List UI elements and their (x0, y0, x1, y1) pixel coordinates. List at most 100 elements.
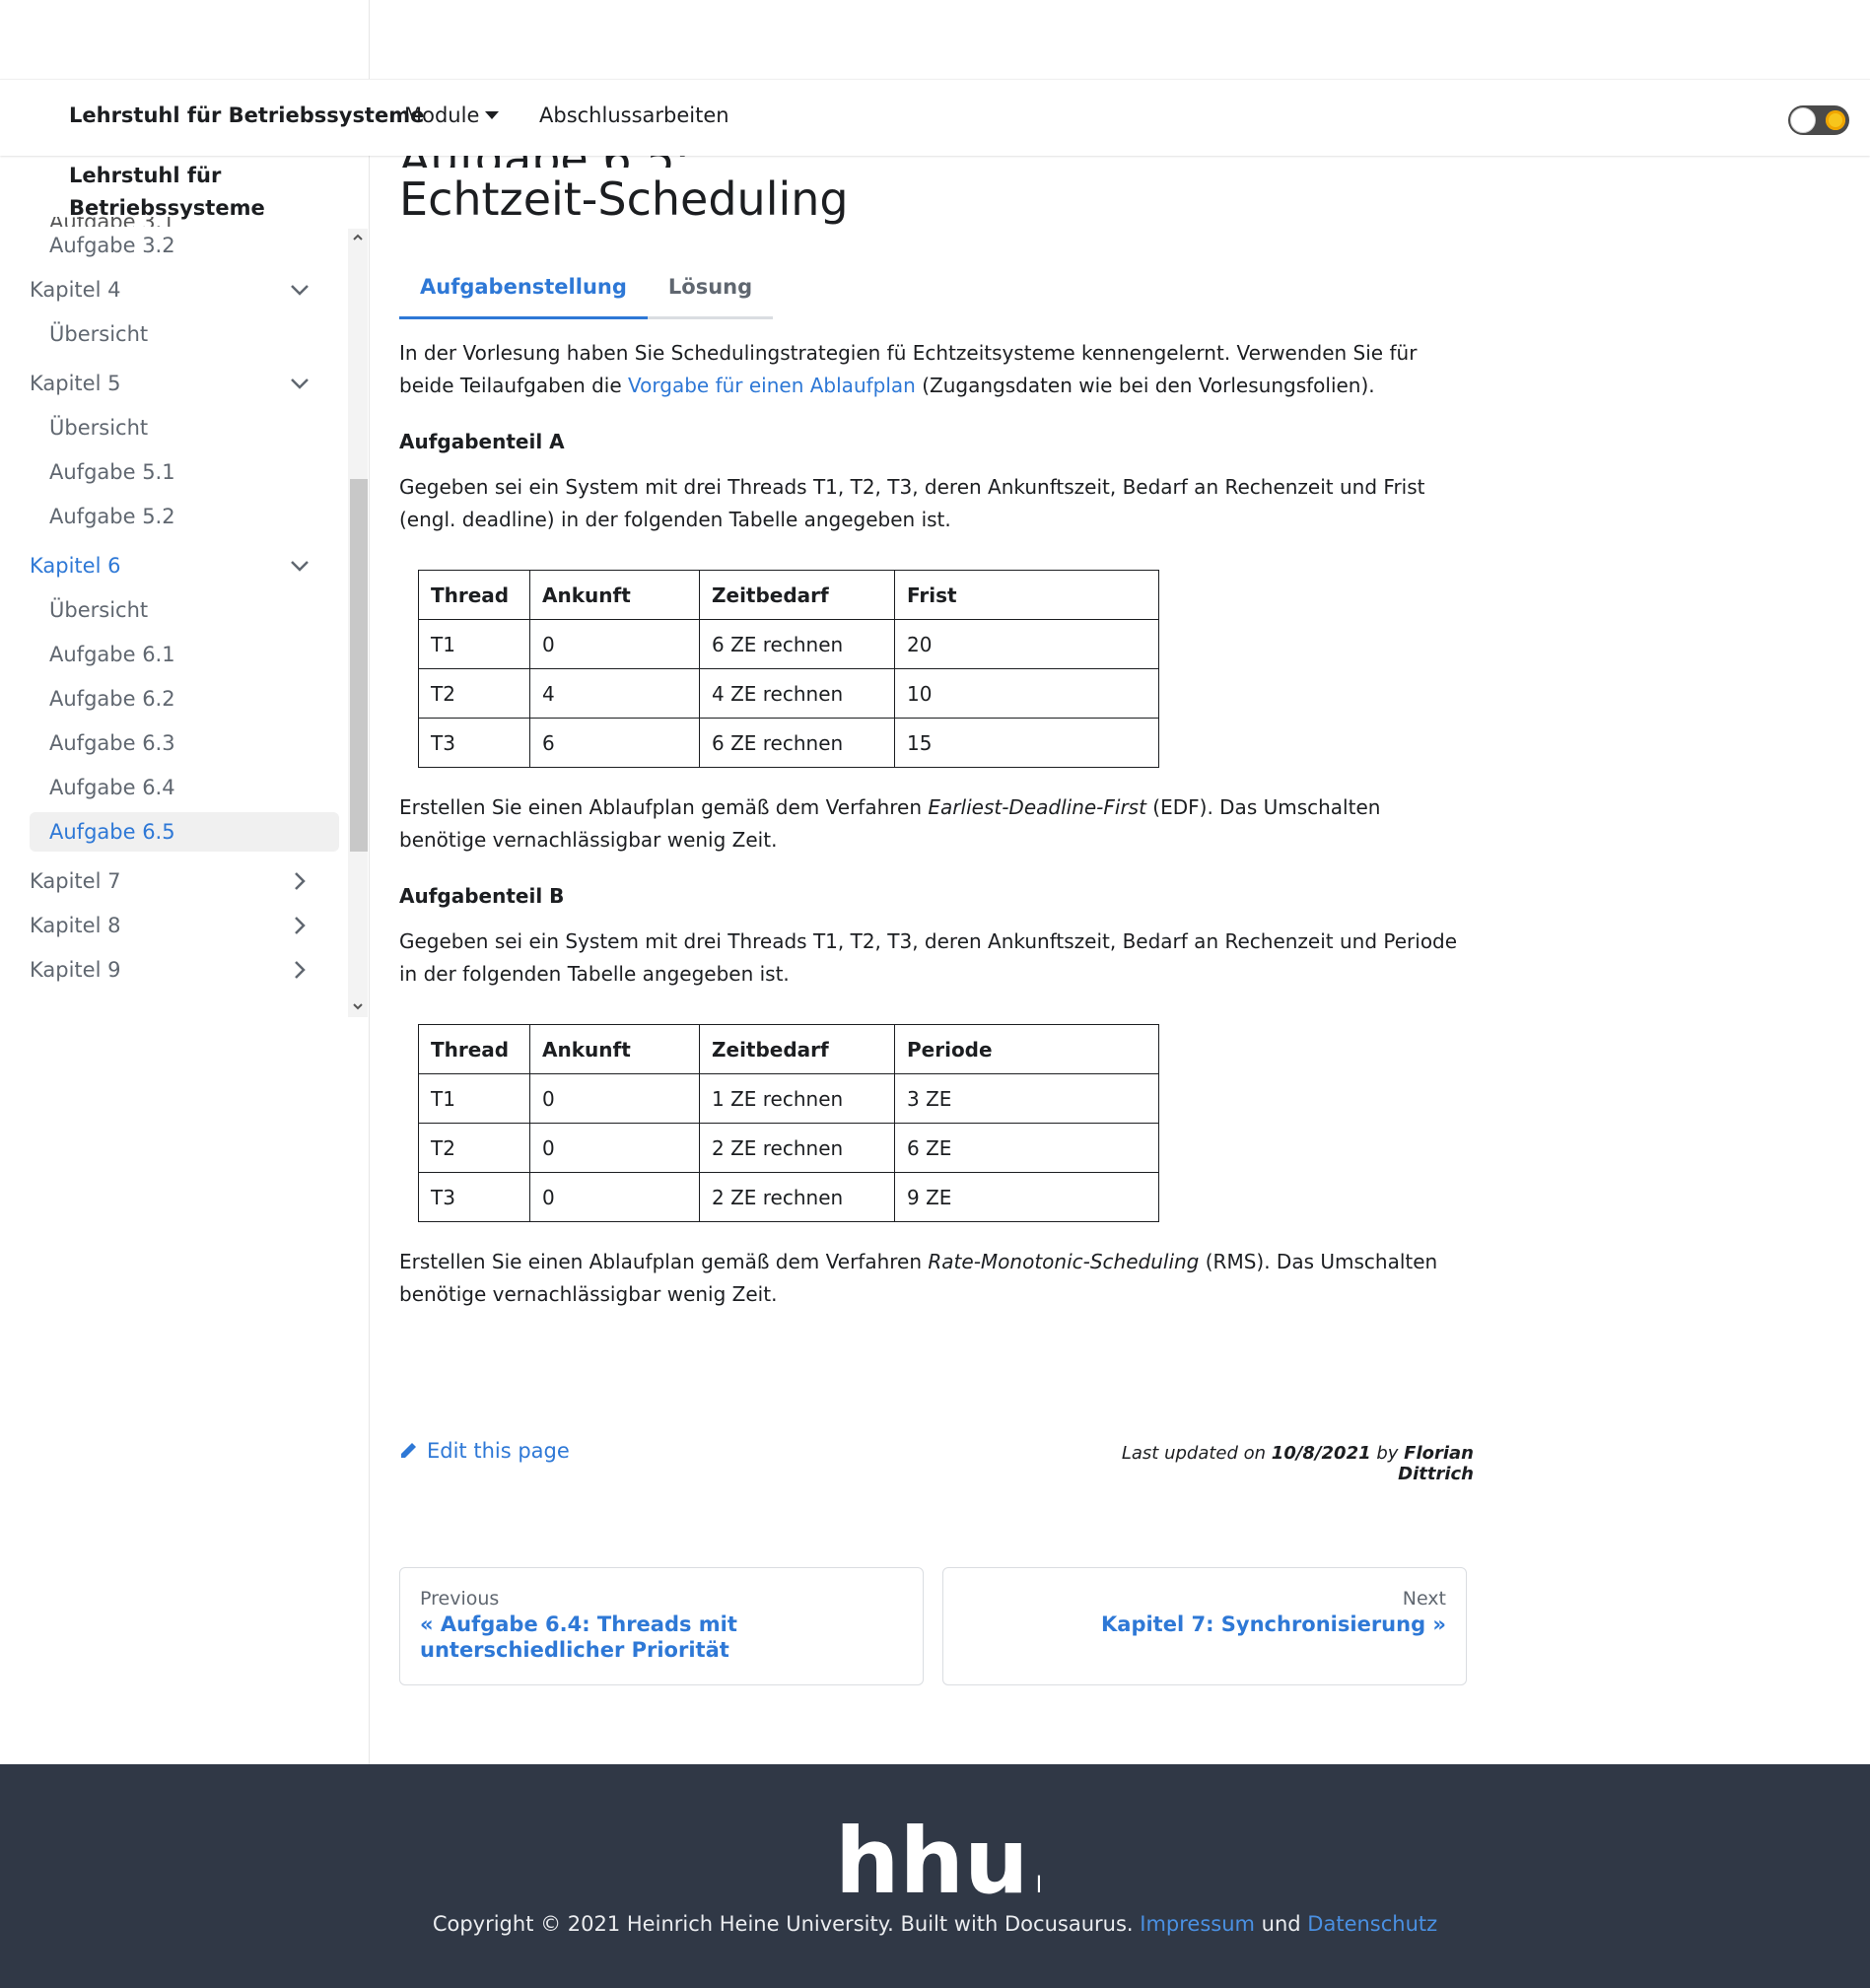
pencil-icon (401, 1443, 416, 1458)
pagination-title: « Aufgabe 6.4: Threads mit unterschiedli… (420, 1612, 737, 1662)
table-row: T1 0 6 ZE rechnen 20 (418, 619, 1159, 669)
impressum-link[interactable]: Impressum (1140, 1912, 1255, 1936)
sidebar-item-label: Kapitel 8 (30, 914, 121, 937)
table-cell: 0 (529, 1123, 700, 1173)
table-cell: 1 ZE rechnen (699, 1073, 895, 1124)
table-cell: 6 ZE (894, 1123, 1159, 1173)
table-cell: T3 (418, 718, 530, 768)
pagination-previous[interactable]: Previous « Aufgabe 6.4: Threads mit unte… (399, 1567, 924, 1685)
part-b-table: Thread Ankunft Zeitbedarf Periode T1 0 1… (418, 1024, 1159, 1222)
table-cell: 20 (894, 619, 1159, 669)
table-cell: 6 (529, 718, 700, 768)
table-header: Periode (894, 1024, 1159, 1074)
nav-module-dropdown[interactable]: Module (404, 103, 500, 127)
sidebar-item-aufgabe-3-2[interactable]: Aufgabe 3.2 (30, 226, 339, 265)
table-header: Zeitbedarf (699, 570, 895, 620)
sidebar-item-aufgabe-6-2[interactable]: Aufgabe 6.2 (30, 679, 339, 719)
navbar-brand[interactable]: Lehrstuhl für Betriebssysteme (69, 103, 424, 127)
table-header: Thread (418, 570, 530, 620)
table-cell: 4 (529, 668, 700, 719)
table-cell: T1 (418, 619, 530, 669)
table-cell: 3 ZE (894, 1073, 1159, 1124)
tab-loesung[interactable]: Lösung (648, 254, 773, 319)
table-cell: 4 ZE rechnen (699, 668, 895, 719)
sidebar-item-label: Kapitel 7 (30, 869, 121, 893)
table-cell: 0 (529, 1073, 700, 1124)
scroll-down-icon[interactable] (351, 999, 365, 1013)
svg-text:hhu.: hhu. (835, 1819, 1040, 1908)
sidebar-item-kapitel-9[interactable]: Kapitel 9 (30, 950, 339, 990)
part-b-task: Erstellen Sie einen Ablaufplan gemäß dem… (399, 1250, 1438, 1306)
sidebar-item-aufgabe-6-5[interactable]: Aufgabe 6.5 (30, 812, 339, 852)
table-row: T3 6 6 ZE rechnen 15 (418, 718, 1159, 768)
nav-theses-link[interactable]: Abschlussarbeiten (539, 103, 729, 127)
table-cell: 9 ZE (894, 1172, 1159, 1222)
table-cell: 0 (529, 619, 700, 669)
table-row: T2 4 4 ZE rechnen 10 (418, 668, 1159, 719)
table-cell: 10 (894, 668, 1159, 719)
chevron-right-icon[interactable] (280, 950, 319, 990)
sidebar: Lehrstuhl für Betriebssysteme Aufgabe 3.… (0, 156, 370, 1764)
table-cell: T2 (418, 1123, 530, 1173)
chevron-down-icon[interactable] (280, 364, 319, 403)
chevron-down-icon[interactable] (280, 546, 319, 585)
caret-down-icon (485, 111, 500, 119)
table-cell: 6 ZE rechnen (699, 619, 895, 669)
pagination-label: Next (1402, 1588, 1446, 1610)
pagination-label: Previous (420, 1588, 500, 1610)
edit-page-link[interactable]: Edit this page (399, 1439, 570, 1463)
hhu-logo[interactable]: hhu. (833, 1819, 1040, 1908)
sidebar-item-kapitel-5[interactable]: Kapitel 5 (30, 364, 339, 403)
part-a-task: Erstellen Sie einen Ablaufplan gemäß dem… (399, 795, 1381, 852)
top-strip (0, 0, 1870, 79)
sidebar-brand[interactable]: Lehrstuhl für Betriebssysteme (69, 160, 286, 225)
sidebar-item-label: Kapitel 4 (30, 278, 121, 302)
table-cell: T2 (418, 668, 530, 719)
sidebar-item-kapitel-7[interactable]: Kapitel 7 (30, 861, 339, 901)
sidebar-item-aufgabe-5-1[interactable]: Aufgabe 5.1 (30, 452, 339, 492)
table-row: T3 0 2 ZE rechnen 9 ZE (418, 1172, 1159, 1222)
ablaufplan-link[interactable]: Vorgabe für einen Ablaufplan (628, 374, 916, 397)
part-a-description: Gegeben sei ein System mit drei Threads … (399, 475, 1425, 531)
table-header-row: Thread Ankunft Zeitbedarf Frist (418, 570, 1159, 620)
sidebar-item-aufgabe-6-4[interactable]: Aufgabe 6.4 (30, 768, 339, 807)
pagination-next[interactable]: Next Kapitel 7: Synchronisierung » (942, 1567, 1467, 1685)
table-header: Thread (418, 1024, 530, 1074)
sidebar-item-kapitel-8[interactable]: Kapitel 8 (30, 906, 339, 945)
table-cell: 2 ZE rechnen (699, 1172, 895, 1222)
intro-paragraph: In der Vorlesung haben Sie Schedulingstr… (399, 341, 1418, 397)
sidebar-item-kapitel-5-uebersicht[interactable]: Übersicht (30, 408, 339, 447)
navbar: Lehrstuhl für Betriebssysteme Module Abs… (0, 79, 1870, 156)
chevron-right-icon[interactable] (280, 906, 319, 945)
table-cell: 2 ZE rechnen (699, 1123, 895, 1173)
tab-aufgabenstellung[interactable]: Aufgabenstellung (399, 254, 648, 319)
last-updated: Last updated on 10/8/2021 by Florian Dit… (1121, 1443, 1474, 1484)
sidebar-item-label: Kapitel 6 (30, 554, 121, 578)
chevron-down-icon[interactable] (280, 270, 319, 309)
sidebar-item-kapitel-6-uebersicht[interactable]: Übersicht (30, 590, 339, 630)
table-header: Ankunft (529, 570, 700, 620)
table-header-row: Thread Ankunft Zeitbedarf Periode (418, 1024, 1159, 1074)
table-header: Zeitbedarf (699, 1024, 895, 1074)
sidebar-item-aufgabe-6-1[interactable]: Aufgabe 6.1 (30, 635, 339, 674)
sidebar-item-kapitel-4[interactable]: Kapitel 4 (30, 270, 339, 309)
sun-icon (1826, 110, 1845, 130)
table-cell: 6 ZE rechnen (699, 718, 895, 768)
part-a-heading: Aufgabenteil A (399, 430, 565, 453)
part-b-heading: Aufgabenteil B (399, 884, 565, 908)
sidebar-scrollbar-thumb[interactable] (350, 479, 368, 852)
toggle-knob (1790, 107, 1816, 133)
datenschutz-link[interactable]: Datenschutz (1307, 1912, 1437, 1936)
chevron-right-icon[interactable] (280, 861, 319, 901)
sidebar-item-kapitel-6[interactable]: Kapitel 6 (30, 546, 339, 585)
sidebar-item-aufgabe-6-3[interactable]: Aufgabe 6.3 (30, 723, 339, 763)
table-row: T1 0 1 ZE rechnen 3 ZE (418, 1073, 1159, 1124)
edit-page-label: Edit this page (427, 1439, 570, 1463)
theme-toggle[interactable] (1788, 105, 1849, 135)
table-header: Frist (894, 570, 1159, 620)
sidebar-item-aufgabe-5-2[interactable]: Aufgabe 5.2 (30, 497, 339, 536)
table-cell: 15 (894, 718, 1159, 768)
sidebar-item-kapitel-4-uebersicht[interactable]: Übersicht (30, 314, 339, 354)
scroll-up-icon[interactable] (351, 231, 365, 244)
sidebar-item-label: Kapitel 9 (30, 958, 121, 982)
